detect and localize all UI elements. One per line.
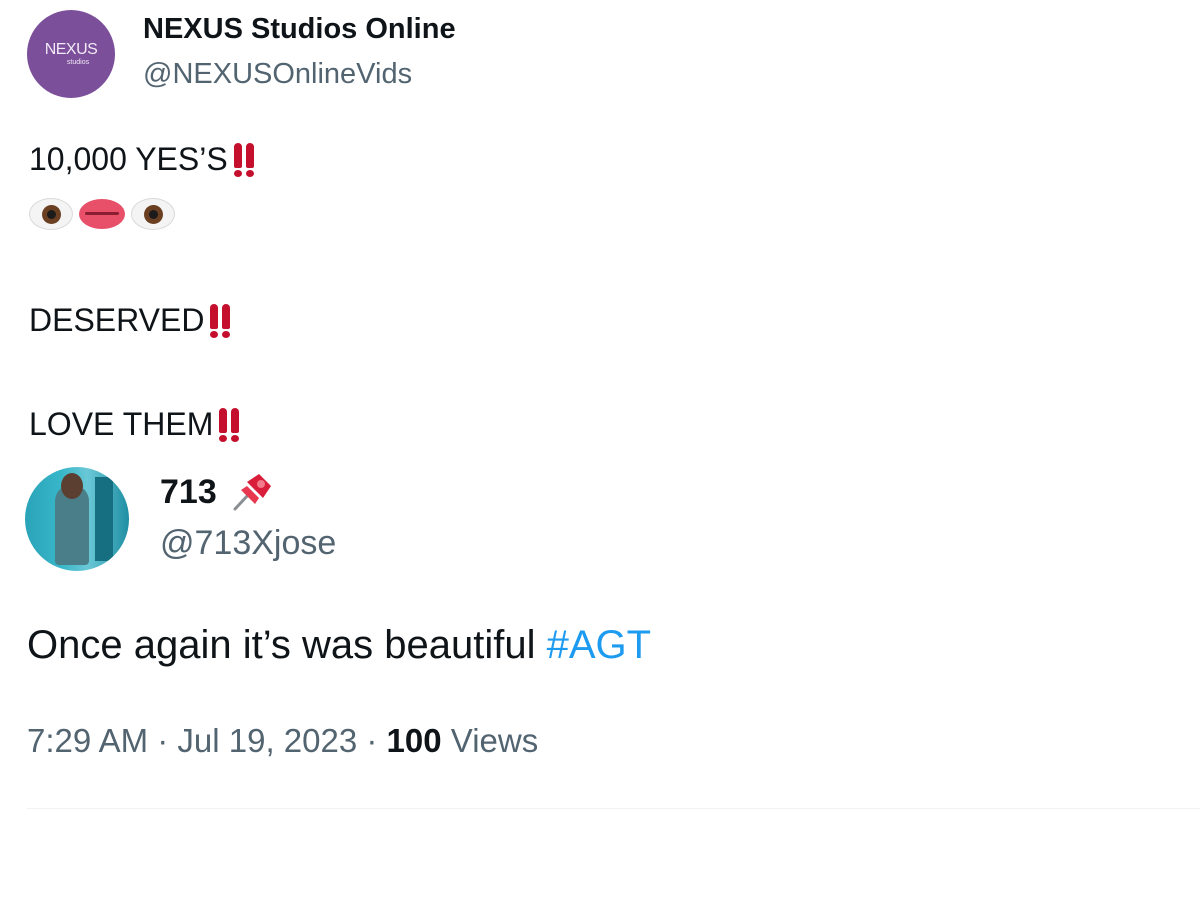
tweet-line-3: DESERVED (29, 302, 231, 339)
tweet-meta: 7:29 AM · Jul 19, 2023 · 100 Views (27, 722, 538, 760)
double-exclamation-icon (219, 407, 240, 442)
reply-text-body: Once again it’s was beautiful (27, 623, 547, 667)
meta-separator: · (357, 722, 387, 759)
tweet-line-1: 10,000 YES’S (29, 141, 254, 178)
emoji-row (29, 198, 175, 230)
views-count: 100 (386, 722, 442, 759)
author-handle[interactable]: @NEXUSOnlineVids (143, 58, 412, 91)
reply-author-handle[interactable]: @713Xjose (160, 524, 336, 563)
avatar-713xjose[interactable] (25, 467, 129, 571)
reply-author-display-name[interactable]: 713 (160, 472, 273, 512)
lips-icon (79, 199, 125, 229)
hashtag-link[interactable]: #AGT (547, 623, 651, 667)
tweet-line-4: LOVE THEM (29, 406, 240, 443)
tweet-date[interactable]: Jul 19, 2023 (177, 722, 357, 759)
meta-separator: · (148, 722, 178, 759)
avatar-logo-text: NEXUS (44, 41, 98, 58)
tweet-time[interactable]: 7:29 AM (27, 722, 148, 759)
views-label: Views (441, 722, 539, 759)
double-exclamation-icon (233, 142, 254, 177)
reply-tweet-text: Once again it’s was beautiful #AGT (27, 623, 651, 668)
reply-author-name-text: 713 (160, 472, 217, 511)
divider (27, 808, 1200, 809)
pushpin-icon (233, 474, 271, 511)
eye-icon (131, 198, 175, 230)
eye-icon (29, 198, 73, 230)
double-exclamation-icon (210, 303, 231, 338)
author-display-name[interactable]: NEXUS Studios Online (143, 13, 456, 46)
tweet-line-4-text: LOVE THEM (29, 406, 214, 442)
avatar-logo-subtext: studios (66, 59, 90, 66)
tweet-line-1-text: 10,000 YES’S (29, 141, 228, 177)
tweet-line-3-text: DESERVED (29, 302, 205, 338)
avatar-nexus-studios[interactable]: NEXUS studios (27, 10, 115, 98)
